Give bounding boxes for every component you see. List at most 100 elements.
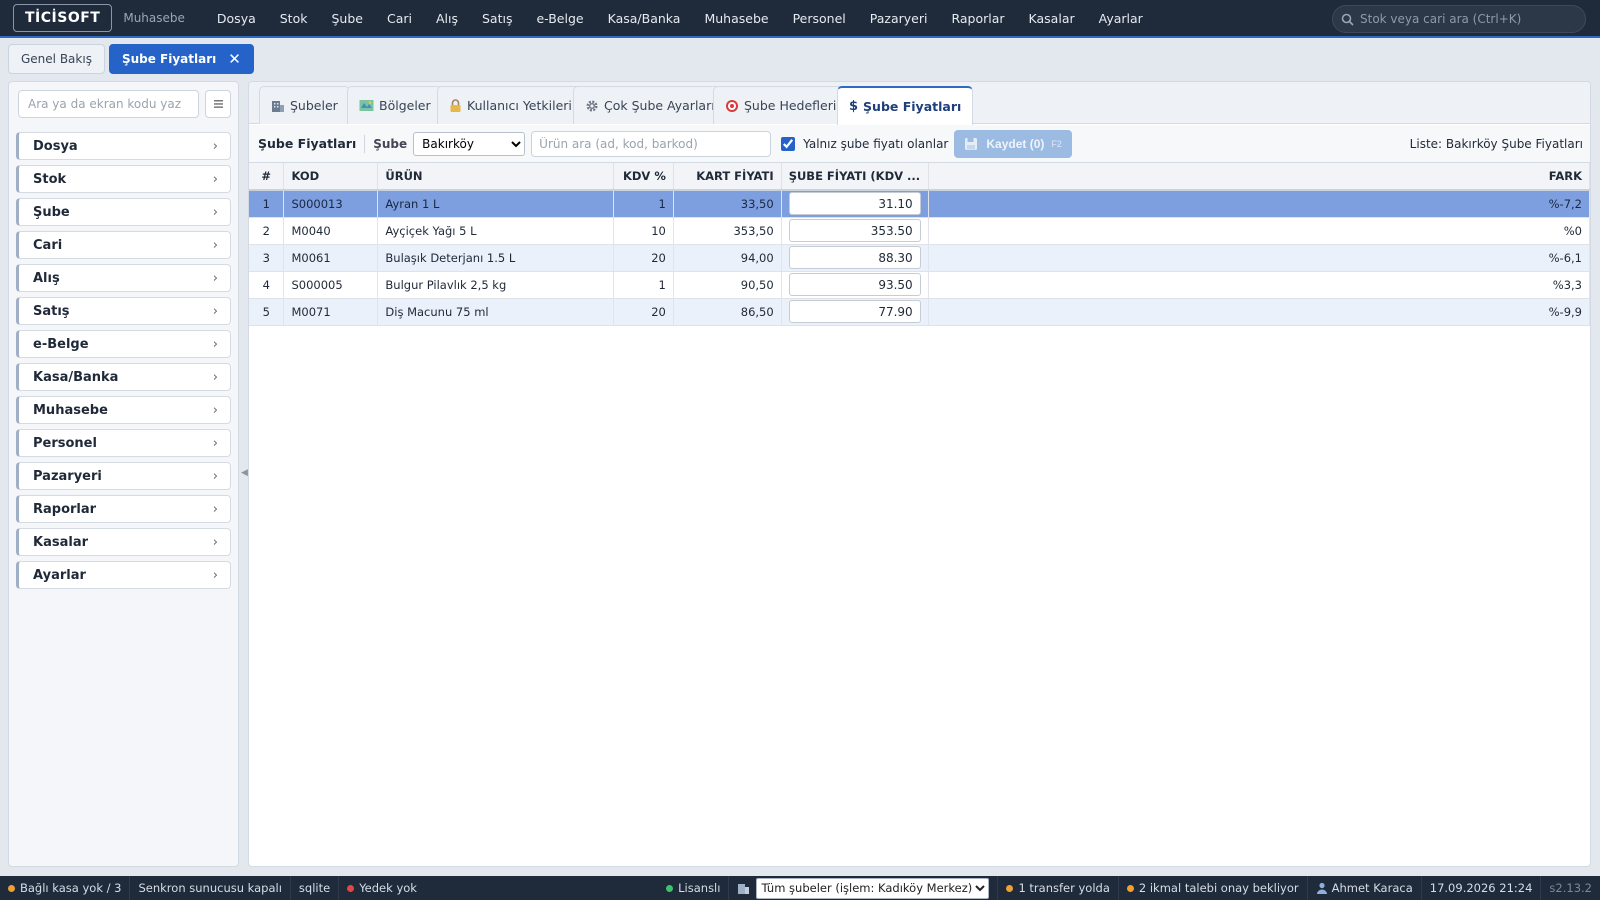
doc-tab-sube-fiyatlari[interactable]: Şube Fiyatları ✕ [108, 44, 254, 74]
sidebar-item-muhasebe[interactable]: Muhasebe › [16, 396, 231, 424]
cell-no: 5 [249, 298, 285, 326]
col-sube-fiyati[interactable]: ŞUBE FİYATI (KDV ... [781, 163, 929, 191]
doc-tab-genel-bakis[interactable]: Genel Bakış [8, 44, 105, 74]
menu-raporlar[interactable]: Raporlar [939, 11, 1016, 26]
table-row[interactable]: 5M0071Diş Macunu 75 ml2086,50 %-9,9 [249, 298, 1590, 326]
save-button[interactable]: Kaydet (0) F2 [954, 129, 1072, 158]
cell-fark: %-9,9 [928, 298, 1590, 326]
col-fark[interactable]: FARK [928, 163, 1590, 191]
sidebar-item-label: Dosya [33, 138, 78, 154]
menu-ayarlar[interactable]: Ayarlar [1087, 11, 1155, 26]
sidebar-item-sube[interactable]: Şube › [16, 198, 231, 226]
sidebar-item-label: Muhasebe [33, 402, 108, 418]
table-row[interactable]: 2M0040Ayçiçek Yağı 5 L10353,50 %0 [249, 217, 1590, 245]
branch-price-input[interactable] [788, 192, 921, 216]
only-branch-price-checkbox[interactable] [781, 136, 796, 151]
app-logo[interactable]: TİCİSOFT [13, 4, 113, 32]
target-icon [726, 99, 738, 112]
product-search-input[interactable] [531, 130, 772, 157]
menu-personel[interactable]: Personel [781, 11, 858, 26]
global-search-input[interactable] [1360, 12, 1580, 26]
building-icon [272, 100, 284, 112]
sidebar-item-stok[interactable]: Stok › [16, 165, 231, 193]
chevron-right-icon: › [212, 171, 218, 187]
sidebar-item-dosya[interactable]: Dosya › [16, 132, 231, 160]
status-transfer[interactable]: 1 transfer yolda [998, 876, 1119, 900]
menu-pazaryeri[interactable]: Pazaryeri [858, 11, 940, 26]
sidebar-menu-button[interactable] [205, 90, 231, 118]
menu-alis[interactable]: Alış [424, 11, 470, 26]
status-kasa: Bağlı kasa yok / 3 [0, 876, 131, 900]
sidebar-item-kasalar[interactable]: Kasalar › [16, 528, 231, 556]
col-urun[interactable]: ÜRÜN [377, 163, 614, 191]
table-row[interactable]: 3M0061Bulaşık Deterjanı 1.5 L2094,00 %-6,… [249, 244, 1590, 272]
cell-urun: Ayçiçek Yağı 5 L [377, 217, 614, 245]
sidebar-item-pazaryeri[interactable]: Pazaryeri › [16, 462, 231, 490]
sidebar-item-raporlar[interactable]: Raporlar › [16, 495, 231, 523]
status-ikmal[interactable]: 2 ikmal talebi onay bekliyor [1119, 876, 1308, 900]
sidebar-collapse-handle[interactable]: ◀ [241, 468, 248, 478]
tab-bolgeler[interactable]: Bölgeler [347, 86, 443, 124]
status-backup: Yedek yok [339, 876, 425, 900]
close-icon[interactable]: ✕ [228, 50, 241, 68]
chevron-right-icon: › [212, 138, 218, 154]
lock-icon [450, 98, 461, 112]
sidebar-item-ayarlar[interactable]: Ayarlar › [16, 561, 231, 589]
chevron-right-icon: › [212, 567, 218, 583]
col-kod[interactable]: KOD [283, 163, 379, 191]
cell-kdv: 1 [613, 190, 674, 218]
branch-scope-select[interactable]: Tüm şubeler (işlem: Kadıköy Merkez) [756, 877, 990, 899]
branch-price-input[interactable] [788, 246, 921, 269]
sidebar-item-label: Alış [33, 270, 60, 286]
menu-satis[interactable]: Satış [470, 11, 524, 26]
menu-dosya[interactable]: Dosya [205, 11, 268, 26]
sidebar-item-personel[interactable]: Personel › [16, 429, 231, 457]
cell-fark: %0 [928, 217, 1590, 245]
tab-label: Şubeler [290, 98, 338, 113]
cell-urun: Bulaşık Deterjanı 1.5 L [377, 244, 614, 272]
tab-sube-hedefleri[interactable]: Şube Hedefleri [713, 86, 849, 124]
table-row[interactable]: 4S000005Bulgur Pilavlık 2,5 kg190,50 %3,3 [249, 271, 1590, 299]
status-backup-text: Yedek yok [359, 881, 417, 895]
cell-sube-fiyati [781, 217, 929, 245]
status-user-text: Ahmet Karaca [1331, 881, 1413, 895]
table-row[interactable]: 1S000013Ayran 1 L133,50%-7,2 [249, 190, 1590, 218]
cell-fark: %3,3 [928, 271, 1590, 299]
menu-cari[interactable]: Cari [375, 11, 424, 26]
sidebar-item-cari[interactable]: Cari › [16, 231, 231, 259]
menu-ebelge[interactable]: e-Belge [524, 11, 595, 26]
cell-kdv: 20 [613, 244, 674, 272]
tab-sube-fiyatlari[interactable]: $ Şube Fiyatları [837, 86, 974, 125]
cell-sube-fiyati [781, 271, 929, 299]
sidebar-item-satis[interactable]: Satış › [16, 297, 231, 325]
branch-select[interactable]: Bakırköy [413, 131, 526, 156]
tab-subeler[interactable]: Şubeler [259, 86, 350, 124]
tab-label: Bölgeler [379, 98, 431, 113]
menu-kasa-banka[interactable]: Kasa/Banka [596, 11, 693, 26]
menu-sube[interactable]: Şube [319, 11, 374, 26]
sidebar-item-alis[interactable]: Alış › [16, 264, 231, 292]
status-dot [1126, 884, 1134, 892]
branch-price-input[interactable] [788, 219, 921, 242]
sidebar-item-ebelge[interactable]: e-Belge › [16, 330, 231, 358]
status-db-text: sqlite [298, 881, 331, 895]
status-sync-text: Senkron sunucusu kapalı [138, 881, 282, 895]
menu-kasalar[interactable]: Kasalar [1017, 11, 1087, 26]
save-label: Kaydet (0) [986, 136, 1045, 151]
branch-price-input[interactable] [788, 300, 921, 323]
sidebar-search-input[interactable] [18, 90, 199, 118]
col-kart-fiyati[interactable]: KART FİYATI [673, 163, 782, 191]
branch-price-input[interactable] [788, 273, 921, 296]
sidebar-item-label: Kasa/Banka [33, 369, 119, 385]
status-dot [666, 884, 674, 892]
tab-cok-sube-ayarlari[interactable]: Çok Şube Ayarları [573, 86, 727, 124]
global-search[interactable] [1332, 5, 1586, 33]
menu-stok[interactable]: Stok [268, 11, 320, 26]
menu-muhasebe[interactable]: Muhasebe [692, 11, 780, 26]
status-user[interactable]: Ahmet Karaca [1308, 876, 1422, 900]
col-no[interactable]: # [249, 163, 285, 191]
tab-kullanici-yetkileri[interactable]: Kullanıcı Yetkileri [437, 86, 584, 124]
col-kdv[interactable]: KDV % [613, 163, 674, 191]
chevron-right-icon: › [212, 534, 218, 550]
sidebar-item-kasa-banka[interactable]: Kasa/Banka › [16, 363, 231, 391]
